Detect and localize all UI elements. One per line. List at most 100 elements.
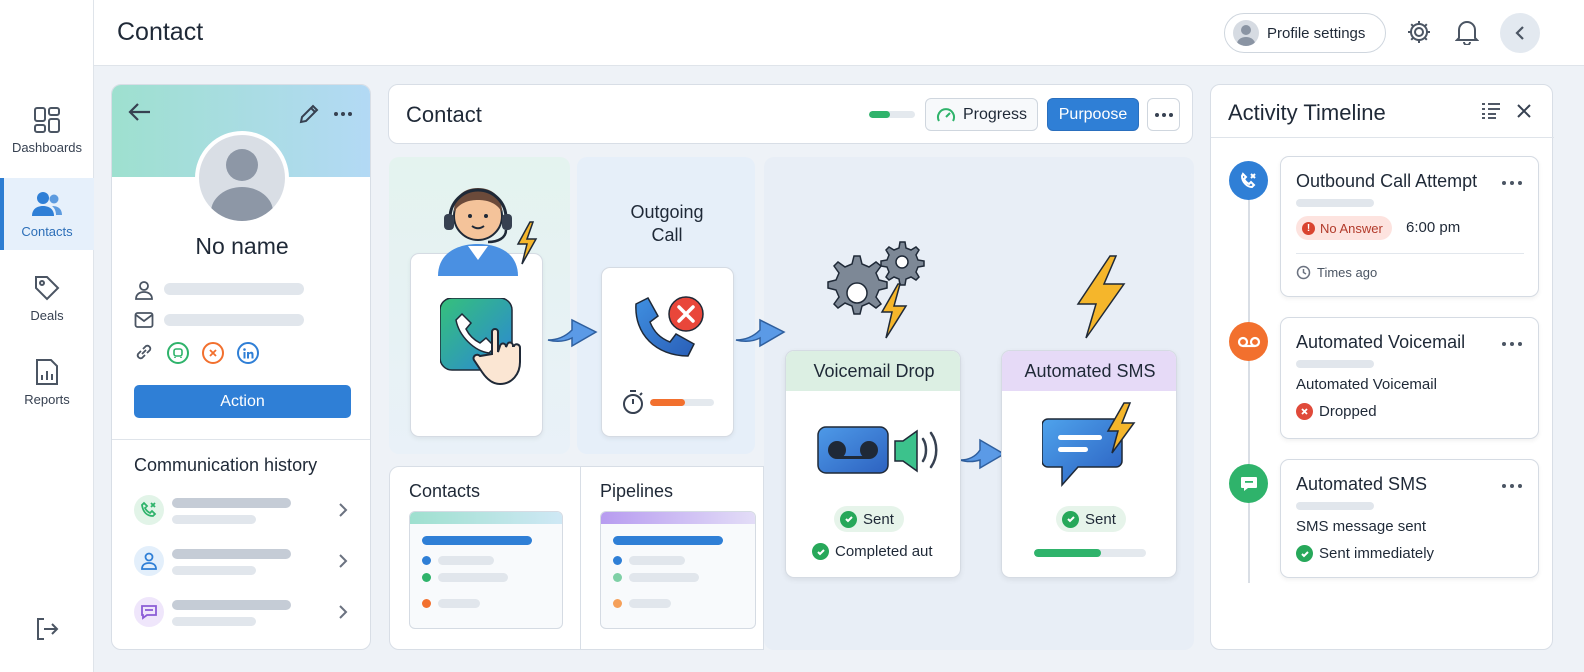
- phone-tap-icon: [440, 298, 521, 386]
- notifications-button[interactable]: [1452, 17, 1482, 47]
- settings-button[interactable]: [1404, 17, 1434, 47]
- timeline-event-title: Outbound Call Attempt: [1296, 171, 1478, 191]
- message-icon: [141, 605, 157, 620]
- action-button[interactable]: Action: [134, 385, 351, 418]
- progress-button[interactable]: Progress: [925, 98, 1038, 131]
- event-line: [1296, 199, 1374, 207]
- contacts-panel-title: Contacts: [409, 481, 481, 501]
- sms-progress-bar: [1034, 549, 1146, 557]
- timeline-event-title: Automated SMS: [1296, 474, 1428, 494]
- more-horizontal-icon: [1502, 181, 1522, 185]
- left-nav-rail: Dashboards Contacts Deals Reports: [0, 0, 94, 672]
- contact-name: No name: [195, 233, 289, 259]
- preview-line: [438, 556, 494, 565]
- mail-icon: [134, 312, 154, 328]
- nav-item-contacts[interactable]: Contacts: [0, 178, 94, 250]
- edit-button[interactable]: [298, 103, 320, 130]
- nav-item-deals[interactable]: Deals: [0, 262, 94, 334]
- gears-automation-icon: [827, 241, 925, 339]
- collapse-button[interactable]: [1500, 13, 1540, 53]
- voicemail-drop-card[interactable]: Voicemail Drop Sent Completed aut: [785, 350, 961, 578]
- nav-item-label: Dashboards: [11, 139, 83, 155]
- page-title: Contact: [117, 18, 204, 46]
- flow-arrow-icon: [735, 318, 786, 348]
- tag-icon: [35, 275, 60, 300]
- purpose-button[interactable]: Purpoose: [1047, 98, 1139, 131]
- comm-history-item-message[interactable]: [112, 590, 370, 636]
- timeline-close-button[interactable]: [1515, 102, 1533, 125]
- voicemail-speaker-icon: [817, 426, 938, 474]
- preview-line: [438, 599, 480, 608]
- flow-arrow-icon: [547, 318, 598, 348]
- nav-item-label: Reports: [24, 391, 70, 407]
- timeline-event-more-button[interactable]: [1501, 334, 1523, 352]
- more-options-button[interactable]: [332, 103, 354, 130]
- voicemail-drop-title: Voicemail Drop: [786, 351, 960, 391]
- timeline-event-voicemail[interactable]: Automated Voicemail Automated Voicemail …: [1280, 317, 1539, 439]
- chevron-right-icon: [339, 605, 348, 619]
- sms-progress-bar-fill: [1034, 549, 1102, 557]
- back-button[interactable]: [128, 101, 152, 128]
- profile-card: No name Action Communication history: [111, 84, 371, 650]
- event-subtitle: SMS message sent: [1296, 518, 1427, 535]
- preview-dot: [422, 573, 431, 582]
- panel-more-button[interactable]: [1147, 98, 1180, 131]
- x-mark-icon: [209, 349, 217, 357]
- preview-line: [613, 536, 723, 545]
- gauge-icon: [936, 107, 955, 121]
- divider: [1211, 137, 1554, 138]
- social-whatsapp-link[interactable]: [167, 342, 189, 364]
- event-line: [1296, 360, 1374, 368]
- nav-item-reports[interactable]: Reports: [0, 346, 94, 418]
- timeline-event-more-button[interactable]: [1501, 173, 1523, 191]
- no-answer-badge: ! No Answer: [1296, 216, 1392, 240]
- chevron-left-icon: [1515, 26, 1524, 40]
- comm-item-line: [172, 617, 256, 626]
- voicemail-status: Sent: [863, 510, 894, 528]
- timeline-filter-button[interactable]: [1481, 102, 1501, 125]
- logout-button[interactable]: [30, 612, 64, 646]
- divider: [112, 439, 370, 440]
- automated-sms-card[interactable]: Automated SMS Sent: [1001, 350, 1177, 578]
- timeline-event-call[interactable]: Outbound Call Attempt ! No Answer 6:00 p…: [1280, 156, 1539, 297]
- more-horizontal-icon: [1502, 484, 1522, 488]
- users-icon: [32, 191, 62, 216]
- profile-settings-label: Profile settings: [1267, 24, 1366, 42]
- comm-icon-wrap: [134, 597, 164, 627]
- voicemail-sent-badge: Sent: [834, 506, 904, 532]
- communication-history-title: Communication history: [134, 455, 318, 475]
- alert-icon: !: [1302, 221, 1315, 235]
- contacts-preview: [409, 511, 563, 629]
- person-icon: [135, 281, 153, 300]
- list-filter-icon: [1482, 103, 1500, 119]
- close-icon: [1517, 104, 1531, 118]
- pipelines-mini-panel[interactable]: Pipelines: [580, 466, 764, 650]
- social-close-link[interactable]: [202, 342, 224, 364]
- event-subtitle: Automated Voicemail: [1296, 376, 1437, 393]
- more-horizontal-icon: [1154, 112, 1173, 117]
- phone-missed-icon: [141, 501, 157, 517]
- comm-history-item-contact[interactable]: [112, 539, 370, 585]
- timeline-event-more-button[interactable]: [1501, 476, 1523, 494]
- no-answer-label: No Answer: [1320, 220, 1383, 236]
- profile-settings-button[interactable]: Profile settings: [1224, 13, 1386, 53]
- pipelines-panel-title: Pipelines: [600, 481, 674, 501]
- contacts-mini-panel[interactable]: Contacts: [389, 466, 581, 650]
- person-icon: [141, 552, 157, 570]
- voicemail-note-text: Completed aut: [835, 543, 933, 560]
- timeline-event-sms[interactable]: Automated SMS SMS message sent Sent imme…: [1280, 459, 1539, 578]
- nav-item-dashboards[interactable]: Dashboards: [0, 94, 94, 166]
- preview-header: [410, 512, 562, 524]
- message-icon: [1240, 476, 1257, 491]
- check-circle-icon: [812, 543, 829, 560]
- social-linkedin-link[interactable]: [237, 342, 259, 364]
- flow-arrow-icon: [959, 438, 1006, 470]
- comm-history-item-call[interactable]: [112, 488, 370, 534]
- sms-status: Sent: [1085, 510, 1116, 528]
- check-circle-icon: [1062, 510, 1079, 528]
- linkedin-icon: [242, 347, 253, 358]
- lightning-bolt-icon: [1076, 255, 1126, 339]
- preview-dot: [613, 599, 622, 608]
- comm-item-line: [172, 515, 256, 524]
- sms-sent-badge: Sent: [1056, 506, 1126, 532]
